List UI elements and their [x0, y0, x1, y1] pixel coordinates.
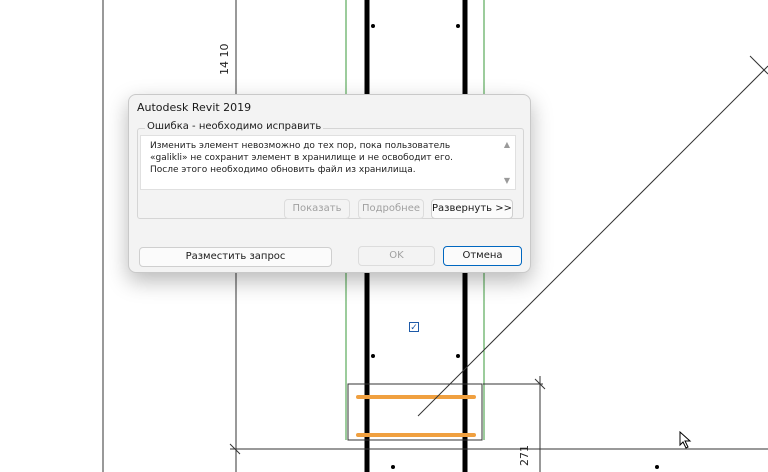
- error-dialog: Autodesk Revit 2019 Ошибка - необходимо …: [128, 94, 531, 273]
- element-checkbox-icon[interactable]: ✓: [409, 322, 419, 333]
- show-button[interactable]: Показать: [284, 199, 350, 219]
- scroll-up-arrow-icon[interactable]: ▲: [504, 140, 510, 149]
- mouse-cursor-icon: [679, 431, 692, 449]
- error-message-text: Изменить элемент невозможно до тех пор, …: [150, 141, 454, 175]
- dimension-label-top: 14 10: [218, 43, 231, 76]
- error-message-box[interactable]: Изменить элемент невозможно до тех пор, …: [140, 135, 516, 190]
- expand-button[interactable]: Развернуть >>: [431, 199, 513, 219]
- scroll-down-arrow-icon[interactable]: ▼: [504, 176, 510, 185]
- more-info-button[interactable]: Подробнее: [358, 199, 424, 219]
- ok-button[interactable]: OK: [358, 246, 435, 266]
- cancel-button[interactable]: Отмена: [443, 246, 522, 266]
- dimension-label-bottom: 271: [518, 445, 531, 466]
- error-group-label: Ошибка - необходимо исправить: [145, 121, 324, 132]
- dialog-title: Autodesk Revit 2019: [137, 101, 252, 114]
- place-request-button[interactable]: Разместить запрос: [139, 247, 332, 267]
